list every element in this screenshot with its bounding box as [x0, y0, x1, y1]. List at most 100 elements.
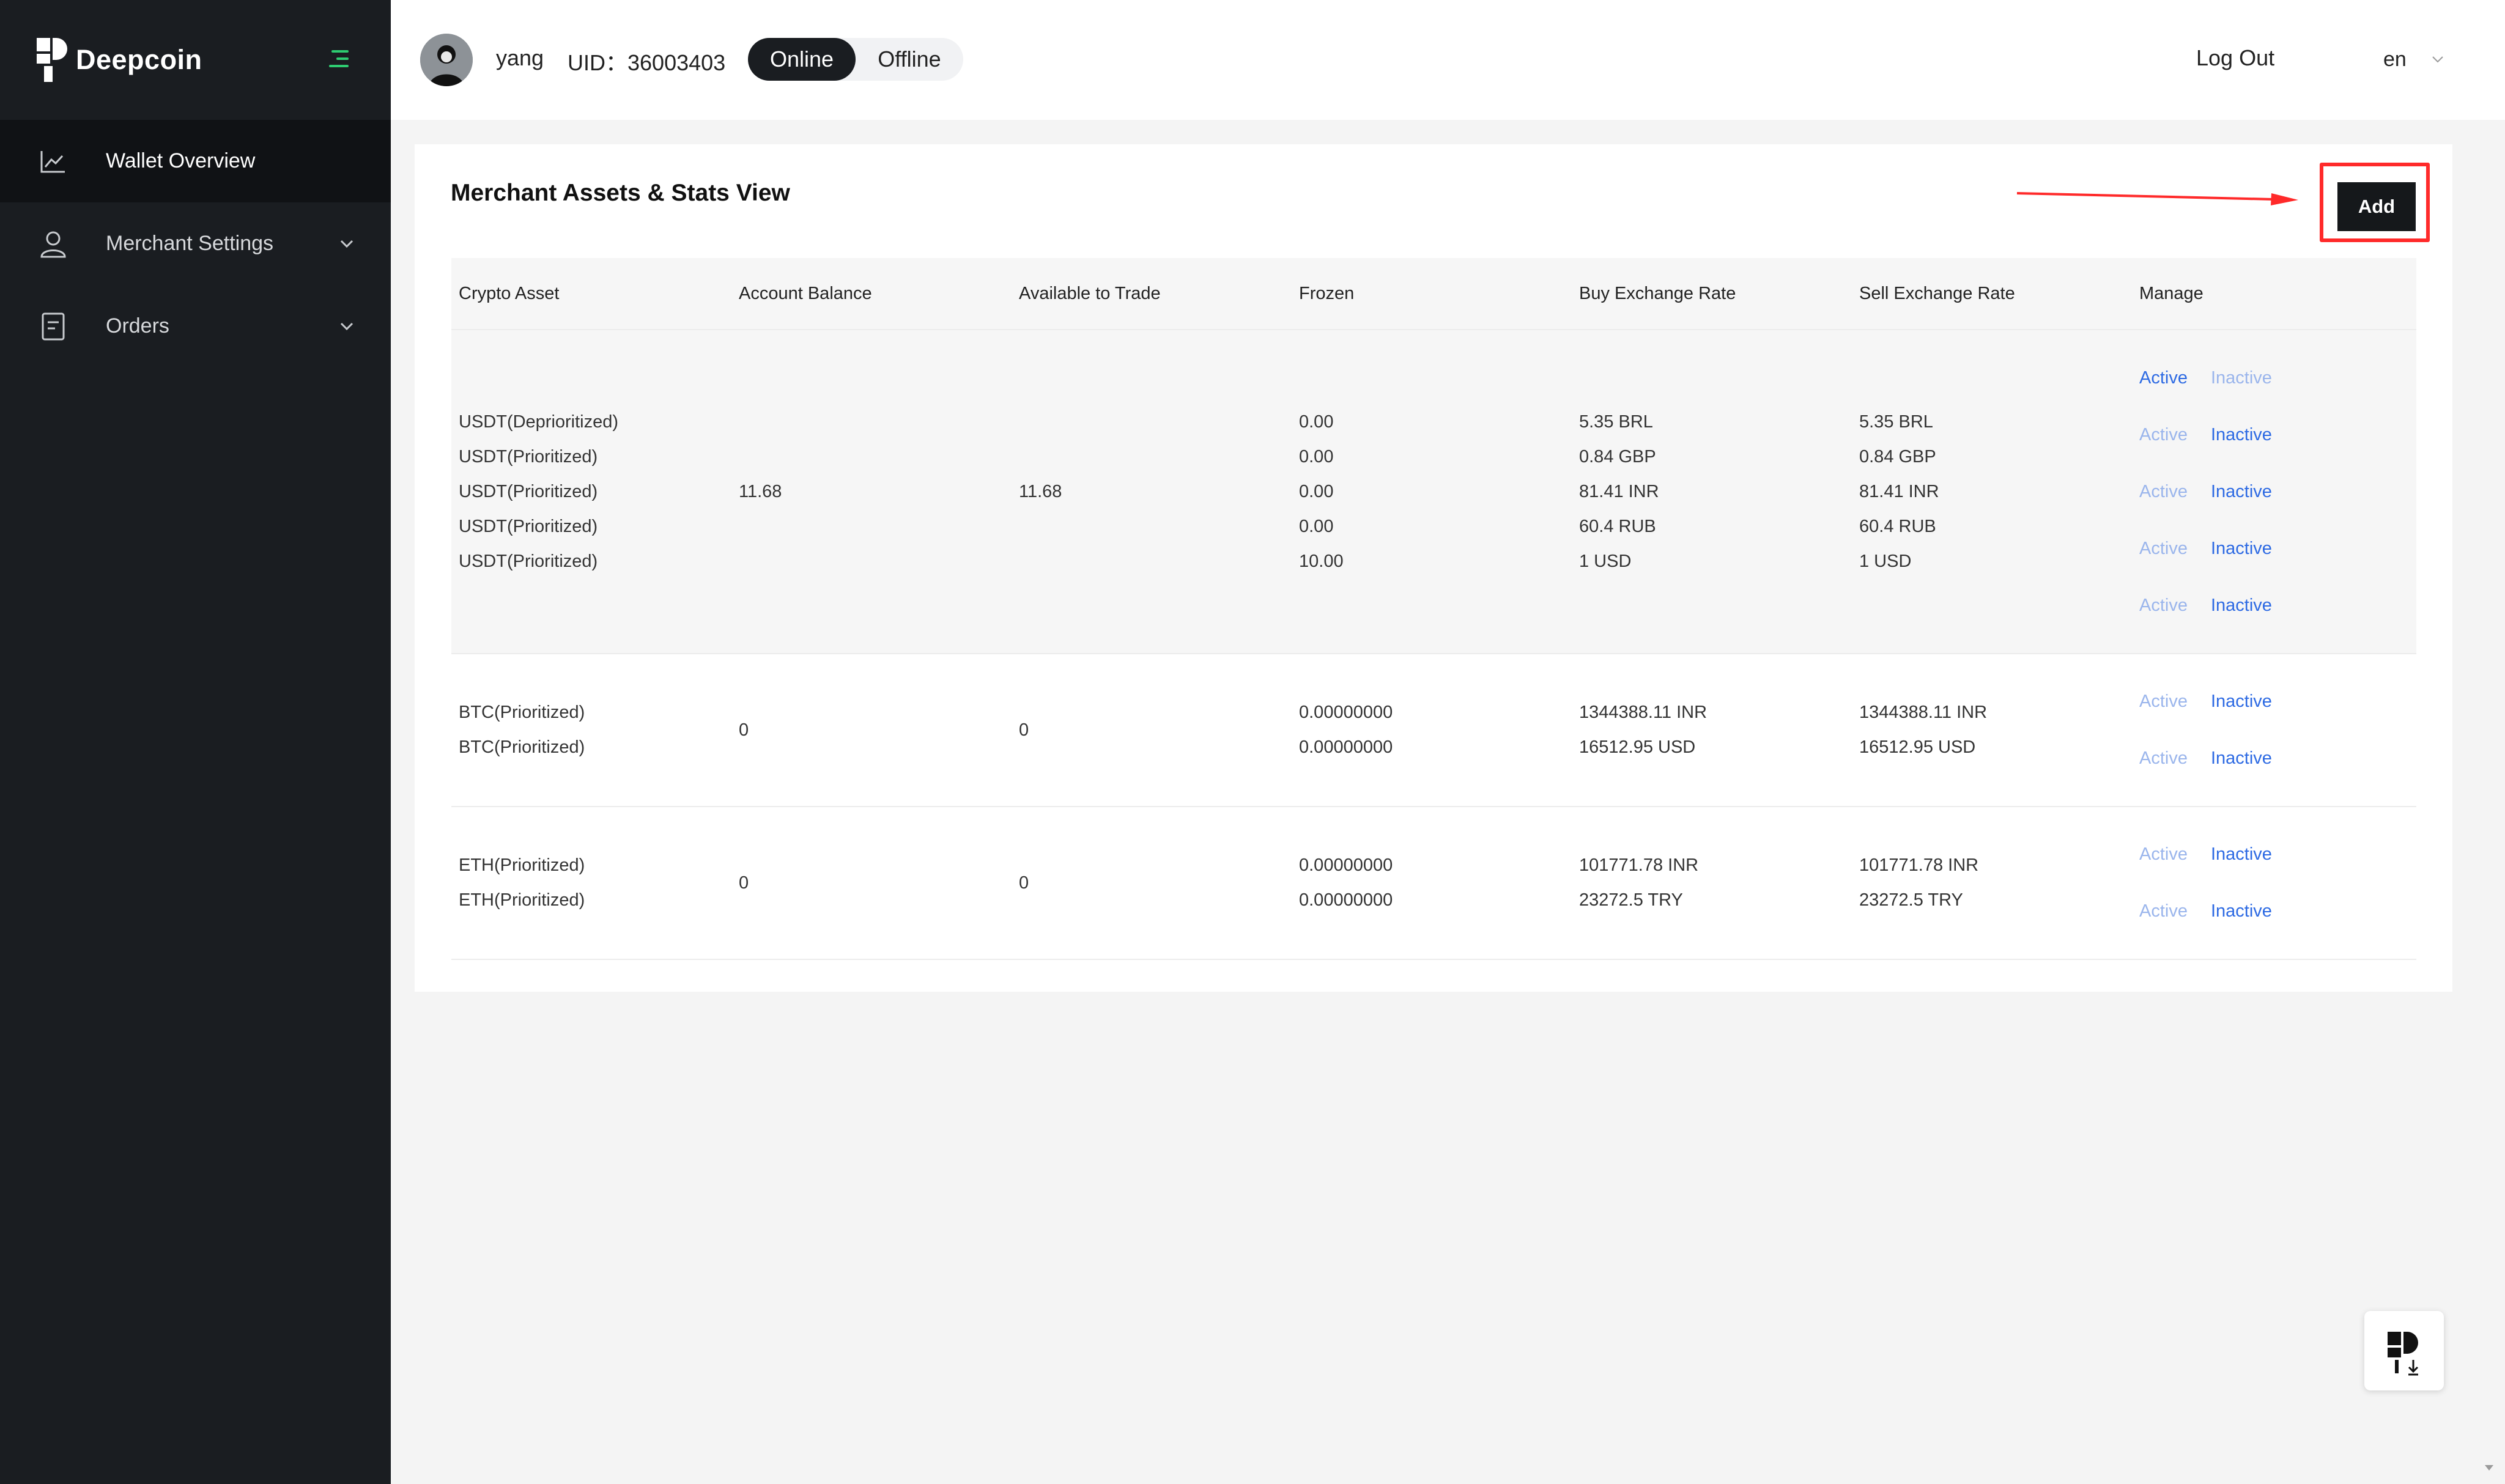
active-link[interactable]: Active [2139, 901, 2188, 921]
online-status-toggle: Online Offline [748, 38, 963, 81]
menu-toggle-icon[interactable] [324, 44, 353, 73]
sell-rate: 0.84 GBP [1859, 446, 1936, 467]
logout-button[interactable]: Log Out [2196, 45, 2274, 71]
brand-name: Deepcoin [76, 43, 202, 75]
column-header: Account Balance [731, 258, 1012, 330]
chevron-down-icon [340, 322, 353, 330]
app-download-button[interactable] [2364, 1311, 2444, 1390]
active-link[interactable]: Active [2139, 748, 2188, 768]
username: yang [496, 45, 544, 70]
inactive-link[interactable]: Inactive [2211, 482, 2272, 501]
frozen-cell: 0.00 0.00 0.00 0.00 10.00 [1292, 330, 1572, 654]
table-row: BTC(Prioritized) BTC(Prioritized) 0 0 0.… [451, 654, 2416, 807]
asset-name: USDT(Deprioritized) [459, 412, 619, 432]
avatar[interactable] [420, 34, 473, 86]
top-header: yang UID：36003403 Online Offline Log Out… [391, 0, 2505, 120]
avatar-person-icon [420, 34, 473, 86]
buy-rate: 0.84 GBP [1579, 446, 1656, 467]
frozen-value: 0.00000000 [1299, 890, 1393, 910]
brand[interactable]: Deepcoin [37, 37, 202, 83]
inactive-link[interactable]: Inactive [2211, 596, 2272, 615]
asset-name: USDT(Prioritized) [459, 516, 598, 536]
account-balance-cell: 11.68 [731, 330, 1012, 654]
assets-table: Crypto Asset Account Balance Available t… [451, 258, 2416, 960]
add-button[interactable]: Add [2337, 182, 2416, 231]
account-balance-cell: 0 [731, 654, 1012, 807]
active-link[interactable]: Active [2139, 368, 2188, 388]
buy-rate: 1 USD [1579, 551, 1632, 571]
sell-rate: 101771.78 INR [1859, 855, 1979, 875]
manage-cell: Active Inactive Active Inactive Active Inac… [2132, 330, 2416, 654]
sidebar-item-orders[interactable]: Orders [0, 285, 391, 367]
sell-rate: 5.35 BRL [1859, 412, 1933, 432]
sell-rate-cell: 1344388.11 INR 16512.95 USD [1852, 654, 2132, 807]
buy-rate: 1344388.11 INR [1579, 703, 1708, 722]
buy-rate-cell: 5.35 BRL 0.84 GBP 81.41 INR 60.4 RUB 1 U… [1572, 330, 1852, 654]
inactive-link[interactable]: Inactive [2211, 748, 2272, 768]
sidebar-item-merchant-settings[interactable]: Merchant Settings [0, 202, 391, 285]
inactive-link[interactable]: Inactive [2211, 844, 2272, 864]
manage-cell: Active Inactive Active Inactive [2132, 654, 2416, 807]
column-header: Frozen [1292, 258, 1572, 330]
status-offline-button[interactable]: Offline [856, 38, 963, 81]
user-uid: UID：36003403 [568, 50, 726, 75]
sell-rate: 16512.95 USD [1859, 737, 1976, 757]
active-link[interactable]: Active [2139, 425, 2188, 445]
active-link[interactable]: Active [2139, 596, 2188, 615]
frozen-value: 10.00 [1299, 551, 1344, 571]
frozen-value: 0.00000000 [1299, 737, 1393, 757]
available-cell: 0 [1012, 807, 1292, 960]
deepcoin-logo-icon [37, 37, 67, 82]
table-header-row: Crypto Asset Account Balance Available t… [451, 258, 2416, 330]
sell-rate: 60.4 RUB [1859, 516, 1936, 536]
sidebar-item-label: Merchant Settings [106, 232, 274, 255]
column-header: Available to Trade [1012, 258, 1292, 330]
asset-cell: BTC(Prioritized) BTC(Prioritized) [451, 654, 731, 807]
column-header: Crypto Asset [451, 258, 731, 330]
chevron-down-icon [340, 240, 353, 248]
chevron-down-icon[interactable] [2430, 51, 2446, 67]
buy-rate: 60.4 RUB [1579, 516, 1656, 536]
frozen-cell: 0.00000000 0.00000000 [1292, 807, 1572, 960]
language-select[interactable]: en [2383, 48, 2407, 72]
active-link[interactable]: Active [2139, 844, 2188, 864]
inactive-link[interactable]: Inactive [2211, 425, 2272, 445]
inactive-link[interactable]: Inactive [2211, 539, 2272, 558]
frozen-value: 0.00000000 [1299, 855, 1393, 875]
active-link[interactable]: Active [2139, 482, 2188, 501]
chart-icon [40, 150, 65, 172]
frozen-cell: 0.00000000 0.00000000 [1292, 654, 1572, 807]
active-link[interactable]: Active [2139, 539, 2188, 558]
sell-rate-cell: 101771.78 INR 23272.5 TRY [1852, 807, 2132, 960]
frozen-value: 0.00 [1299, 516, 1334, 536]
merchant-assets-card: Merchant Assets & Stats View Add Crypto … [415, 144, 2452, 992]
frozen-value: 0.00 [1299, 412, 1334, 432]
scroll-down-icon[interactable] [2483, 1461, 2495, 1474]
inactive-link[interactable]: Inactive [2211, 692, 2272, 711]
sell-rate: 1 USD [1859, 551, 1912, 571]
status-online-button[interactable]: Online [748, 38, 856, 81]
column-header: Sell Exchange Rate [1852, 258, 2132, 330]
frozen-value: 0.00 [1299, 481, 1334, 501]
buy-rate: 16512.95 USD [1579, 737, 1696, 757]
sell-rate: 1344388.11 INR [1859, 703, 1988, 722]
column-header: Manage [2132, 258, 2416, 330]
available-cell: 11.68 [1012, 330, 1292, 654]
asset-name: USDT(Prioritized) [459, 481, 598, 501]
buy-rate-cell: 1344388.11 INR 16512.95 USD [1572, 654, 1852, 807]
annotation-arrow-icon [2016, 192, 2298, 205]
inactive-link[interactable]: Inactive [2211, 368, 2272, 388]
table-row: ETH(Prioritized) ETH(Prioritized) 0 0 0.… [451, 807, 2416, 960]
frozen-value: 0.00000000 [1299, 703, 1393, 722]
document-icon [42, 312, 65, 340]
inactive-link[interactable]: Inactive [2211, 901, 2272, 921]
sell-rate-cell: 5.35 BRL 0.84 GBP 81.41 INR 60.4 RUB 1 U… [1852, 330, 2132, 654]
active-link[interactable]: Active [2139, 692, 2188, 711]
buy-rate: 23272.5 TRY [1579, 890, 1683, 910]
sidebar-item-wallet-overview[interactable]: Wallet Overview [0, 120, 391, 202]
buy-rate: 81.41 INR [1579, 481, 1659, 501]
asset-cell: ETH(Prioritized) ETH(Prioritized) [451, 807, 731, 960]
frozen-value: 0.00 [1299, 446, 1334, 467]
asset-name: USDT(Prioritized) [459, 446, 598, 467]
sell-rate: 81.41 INR [1859, 481, 1939, 501]
